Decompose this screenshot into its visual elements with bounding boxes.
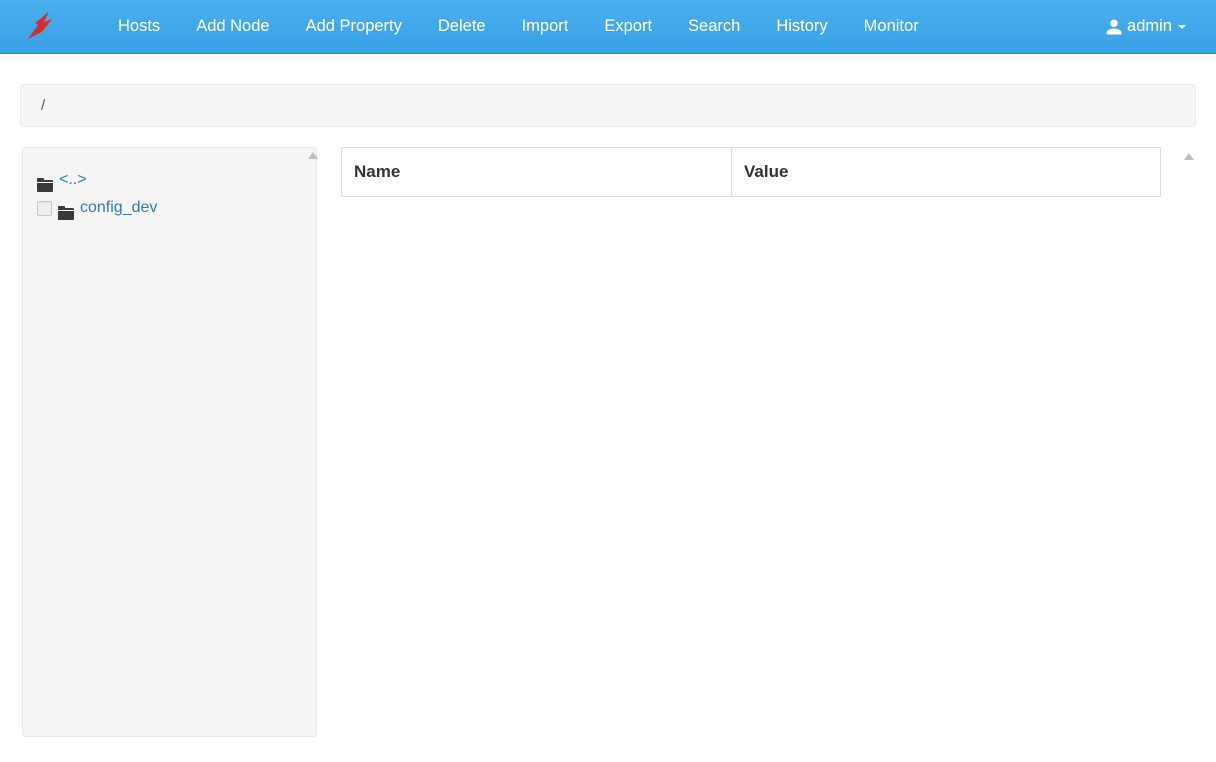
breadcrumb-path: / [41,97,45,114]
user-menu[interactable]: admin [1095,1,1196,52]
properties-table: Name Value [341,147,1161,197]
logo [20,7,60,47]
tree-parent-item[interactable]: <..> [37,166,302,194]
scroll-up-icon[interactable] [1184,153,1194,160]
tree-sidebar: <..> config_dev [22,147,317,737]
tree-list: <..> config_dev [37,166,302,222]
user-name-label: admin [1127,17,1172,36]
top-navbar: Hosts Add Node Add Property Delete Impor… [0,0,1216,54]
scroll-up-icon[interactable] [308,152,318,159]
table-header-value: Value [732,148,1161,197]
folder-icon [58,201,74,215]
nav-item-add-property[interactable]: Add Property [288,1,420,52]
bird-logo-icon [20,6,60,48]
tree-item[interactable]: config_dev [37,194,302,222]
nav-item-monitor[interactable]: Monitor [846,1,937,52]
tree-parent-link[interactable]: <..> [59,166,87,194]
user-icon [1105,18,1123,36]
tree-item-checkbox[interactable] [37,201,52,216]
main-content-row: <..> config_dev Name Valu [2,147,1196,737]
breadcrumb: / [20,84,1196,127]
nav-item-export[interactable]: Export [586,1,670,52]
content-area: Name Value [327,147,1196,737]
nav-item-hosts[interactable]: Hosts [100,1,178,52]
table-header-name: Name [342,148,732,197]
nav-item-delete[interactable]: Delete [420,1,504,52]
nav-item-add-node[interactable]: Add Node [178,1,287,52]
folder-icon [37,173,53,187]
nav-item-search[interactable]: Search [670,1,758,52]
tree-item-link[interactable]: config_dev [80,194,157,222]
nav-item-import[interactable]: Import [504,1,587,52]
nav-list: Hosts Add Node Add Property Delete Impor… [100,1,1095,52]
nav-item-history[interactable]: History [758,1,845,52]
table-header-row: Name Value [342,148,1161,197]
chevron-down-icon [1178,25,1186,29]
